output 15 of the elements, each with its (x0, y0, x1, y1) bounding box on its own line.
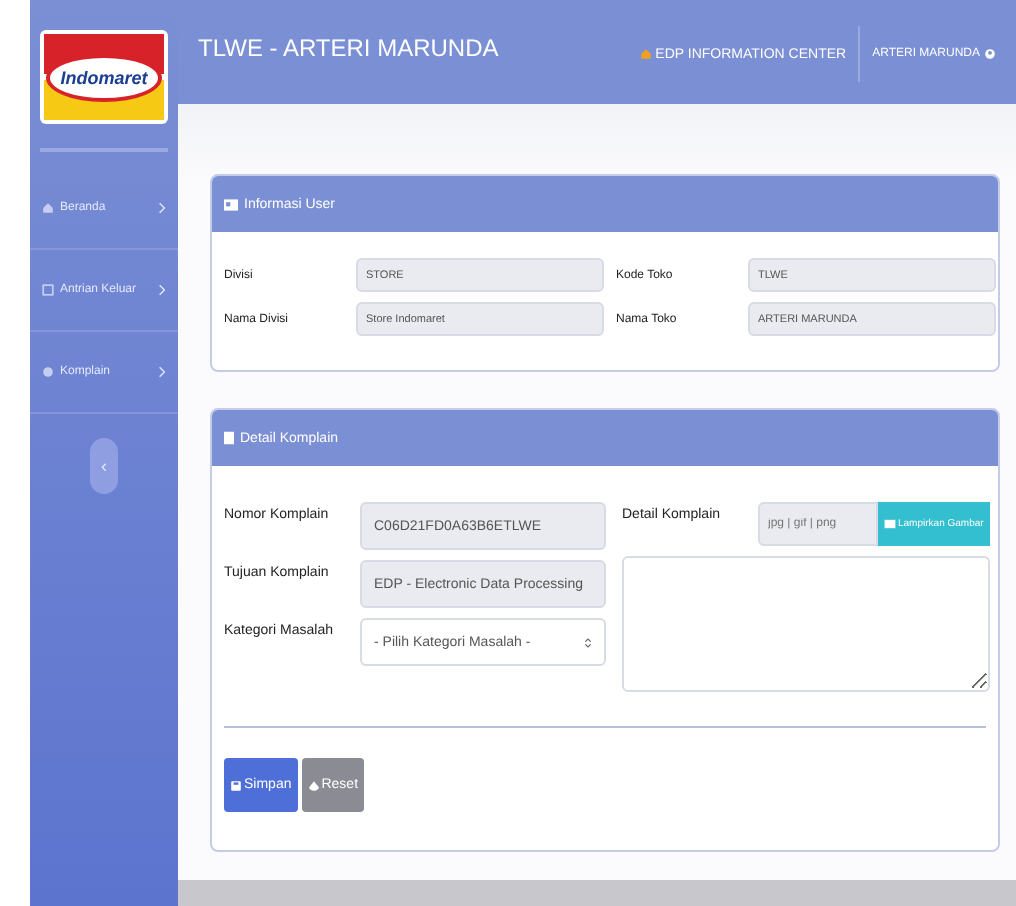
home-icon (639, 48, 652, 60)
image-icon (884, 518, 896, 530)
text-area[interactable] (622, 556, 990, 692)
chevron-icon (158, 284, 166, 296)
save-icon (230, 779, 242, 791)
logo: Indomaret (40, 30, 168, 124)
drop-icon (307, 779, 320, 791)
id-card-icon (224, 197, 238, 211)
chevron-icon (158, 202, 166, 214)
page-title: TLWE - ARTERI MARUNDA (198, 34, 499, 62)
user-icon (984, 48, 996, 60)
document-icon (224, 430, 234, 446)
home-icon (42, 202, 54, 214)
chevron-icon (158, 366, 166, 378)
sort-arrows-icon (584, 635, 592, 649)
